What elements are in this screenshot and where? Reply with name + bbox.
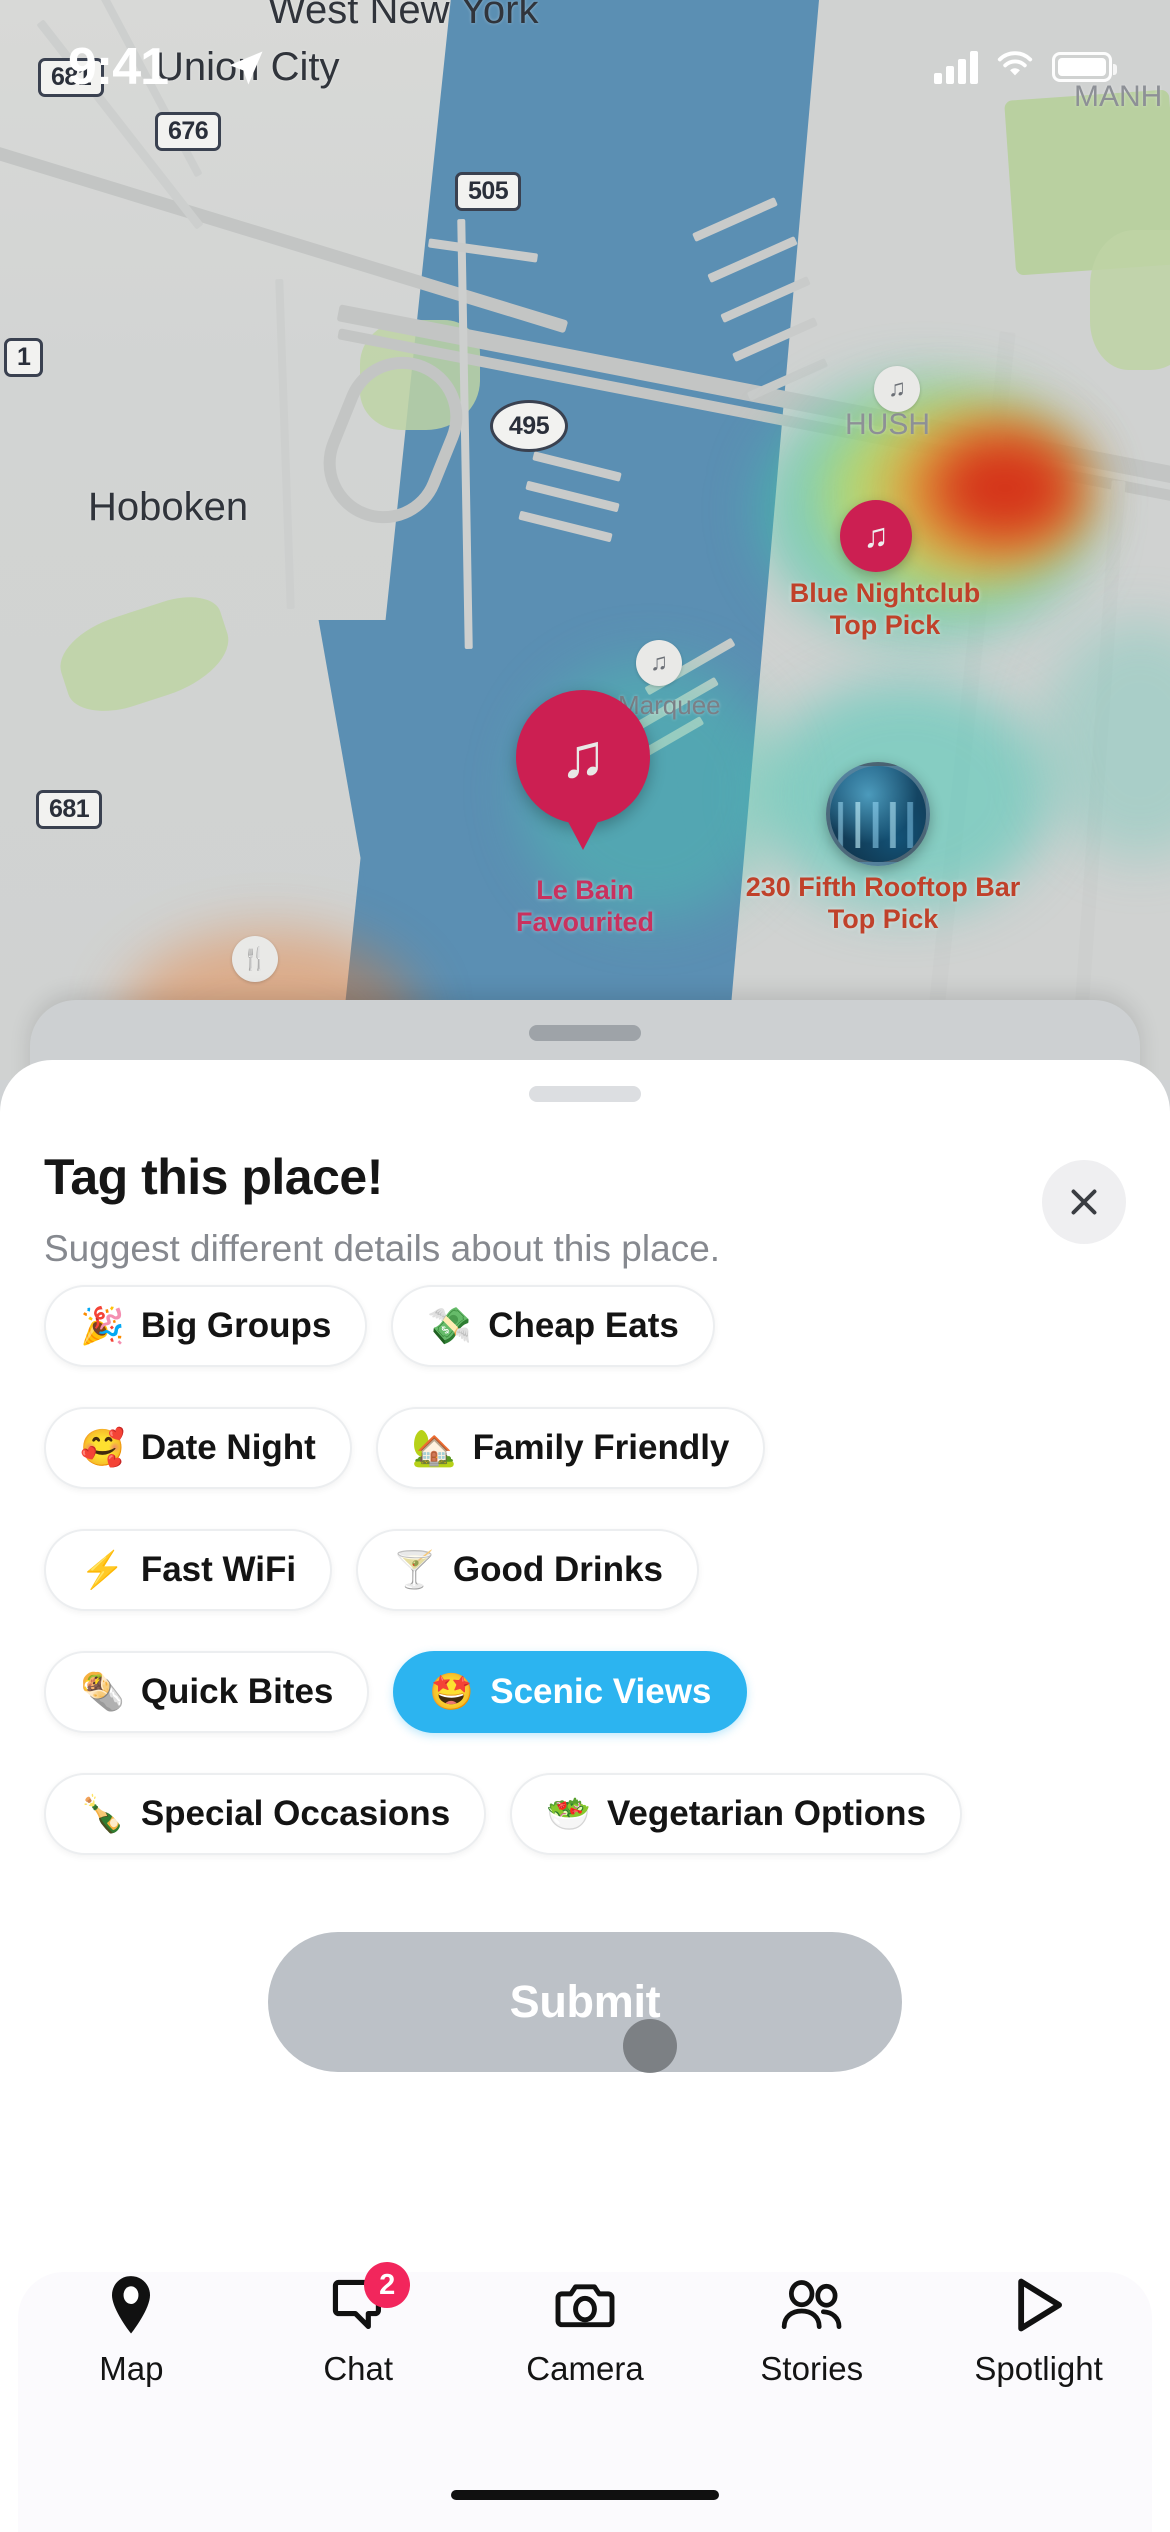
tag-chip-vegetarian-options[interactable]: 🥗 Vegetarian Options	[510, 1773, 962, 1855]
music-note-glyph: ♫	[888, 375, 906, 402]
tab-label: Stories	[760, 2350, 864, 2387]
music-note-icon: ♫	[559, 722, 607, 791]
app-screen: West New York Union City Hoboken MANH HU…	[0, 0, 1170, 2532]
map-pin-230-fifth[interactable]	[826, 762, 930, 866]
tag-chip-label: Special Occasions	[140, 1794, 451, 1833]
pin-subtitle: Top Pick	[829, 609, 941, 640]
tab-chat[interactable]: 2 Chat	[268, 2262, 448, 2388]
tag-chip-label: Vegetarian Options	[606, 1794, 926, 1833]
submit-button[interactable]: Submit	[268, 1932, 902, 2072]
drag-handle-back[interactable]	[529, 1025, 641, 1041]
cellular-bars-icon	[934, 50, 978, 84]
tab-map[interactable]: Map	[41, 2274, 221, 2388]
close-icon	[1071, 1189, 1097, 1215]
tag-chip-special-occasions[interactable]: 🍾 Special Occasions	[44, 1773, 487, 1855]
tag-chip-scenic-views[interactable]: 🤩 Scenic Views	[393, 1651, 748, 1733]
pin-subtitle: Top Pick	[827, 903, 939, 934]
map-pin-le-bain[interactable]: ♫	[516, 690, 650, 850]
restaurant-icon[interactable]: 🍴	[232, 936, 278, 982]
map-pin-blue-nightclub[interactable]: ♫	[840, 500, 912, 572]
tag-chip-emoji: 💸	[427, 1305, 473, 1346]
map-pin-label-230-fifth: 230 Fifth Rooftop Bar Top Pick	[718, 872, 1048, 936]
pin-title: Le Bain	[536, 875, 634, 905]
pin-title: Blue Nightclub	[789, 578, 981, 608]
chat-bubble-icon: 2	[330, 2262, 411, 2336]
route-shield-1: 1	[4, 338, 44, 377]
tag-chip-emoji: 🥰	[80, 1427, 125, 1468]
music-note-icon: ♫	[863, 516, 889, 555]
status-indicators	[934, 48, 1117, 85]
battery-icon	[1052, 51, 1117, 82]
pin-title: 230 Fifth Rooftop Bar	[745, 872, 1021, 902]
tag-chip-label: Family Friendly	[472, 1428, 730, 1467]
photo-thumbnail-detail	[830, 802, 926, 848]
music-note-icon[interactable]: ♫	[874, 366, 920, 412]
tag-chip-big-groups[interactable]: 🎉 Big Groups	[44, 1285, 368, 1367]
tag-chip-emoji: 🥗	[546, 1793, 591, 1834]
submit-row: Submit	[0, 1932, 1170, 2072]
map-park-far-right	[1090, 230, 1170, 370]
tag-chip-label: Big Groups	[140, 1306, 332, 1345]
route-shield-495: 495	[490, 400, 568, 452]
chat-badge: 2	[364, 2262, 411, 2308]
tag-chip-label: Cheap Eats	[488, 1306, 679, 1345]
tag-chip-label: Fast WiFi	[140, 1550, 297, 1589]
page-title: Tag this place!	[44, 1149, 383, 1205]
route-shield-681-lower: 681	[36, 790, 103, 829]
tab-label: Chat	[323, 2350, 394, 2387]
page-subtitle: Suggest different details about this pla…	[44, 1228, 721, 1269]
tag-chip-fast-wifi[interactable]: ⚡ Fast WiFi	[44, 1529, 333, 1611]
stories-people-icon	[779, 2274, 845, 2336]
sheet-header: Tag this place! Suggest different detail…	[0, 1148, 1170, 1270]
wifi-icon	[994, 48, 1036, 85]
home-indicator	[451, 2490, 719, 2500]
tag-chip-label: Quick Bites	[140, 1672, 334, 1711]
tag-chip-emoji: 🌯	[80, 1671, 125, 1712]
tab-bar: Map 2 Chat Camera Stories Spotlight	[18, 2262, 1152, 2424]
tag-chip-quick-bites[interactable]: 🌯 Quick Bites	[44, 1651, 370, 1733]
camera-icon	[555, 2274, 615, 2336]
tab-spotlight[interactable]: Spotlight	[949, 2274, 1129, 2388]
tag-chip-emoji: ⚡	[80, 1549, 125, 1590]
tag-chip-label: Good Drinks	[452, 1550, 663, 1589]
tag-chip-family-friendly[interactable]: 🏡 Family Friendly	[375, 1407, 766, 1489]
location-arrow-icon	[224, 46, 268, 95]
tab-label: Camera	[526, 2350, 644, 2387]
tag-chip-emoji: 🏡	[411, 1427, 457, 1468]
tab-camera[interactable]: Camera	[495, 2274, 675, 2388]
tab-label: Map	[99, 2350, 164, 2387]
spotlight-play-icon	[1012, 2274, 1066, 2336]
drag-handle[interactable]	[529, 1086, 641, 1102]
restaurant-glyph: 🍴	[241, 946, 269, 971]
tag-chip-label: Scenic Views	[490, 1672, 712, 1711]
status-time: 9:41	[68, 38, 169, 96]
map-pin-icon	[105, 2274, 157, 2336]
tab-stories[interactable]: Stories	[722, 2274, 902, 2388]
map-view[interactable]: West New York Union City Hoboken MANH HU…	[0, 0, 1170, 1080]
pin-subtitle: Favourited	[515, 906, 655, 937]
tab-label: Spotlight	[974, 2350, 1103, 2387]
map-label-hush: HUSH	[845, 408, 931, 441]
map-pin-label-blue-nightclub: Blue Nightclub Top Pick	[740, 578, 1030, 642]
tag-chip-good-drinks[interactable]: 🍸 Good Drinks	[356, 1529, 699, 1611]
tag-chip-emoji: 🍸	[392, 1549, 437, 1590]
tag-chip-list: 🎉 Big Groups 💸 Cheap Eats 🥰 Date Night 🏡 Family…	[0, 1285, 1170, 1875]
heatmap-blob	[930, 432, 1080, 544]
route-shield-505: 505	[455, 172, 522, 211]
music-note-glyph: ♫	[650, 649, 668, 676]
tag-chip-emoji: 🤩	[429, 1671, 475, 1712]
map-label-hoboken: Hoboken	[88, 485, 249, 529]
tag-chip-cheap-eats[interactable]: 💸 Cheap Eats	[391, 1285, 715, 1367]
status-bar: 9:41	[0, 0, 1170, 120]
map-pin-label-le-bain: Le Bain Favourited	[450, 875, 720, 939]
tag-chip-emoji: 🍾	[80, 1793, 125, 1834]
close-button[interactable]	[1042, 1160, 1126, 1244]
tag-chip-date-night[interactable]: 🥰 Date Night	[44, 1407, 352, 1489]
tag-chip-emoji: 🎉	[80, 1305, 125, 1346]
touch-indicator	[623, 2019, 677, 2073]
tag-chip-label: Date Night	[140, 1428, 316, 1467]
music-note-icon[interactable]: ♫	[636, 640, 682, 686]
